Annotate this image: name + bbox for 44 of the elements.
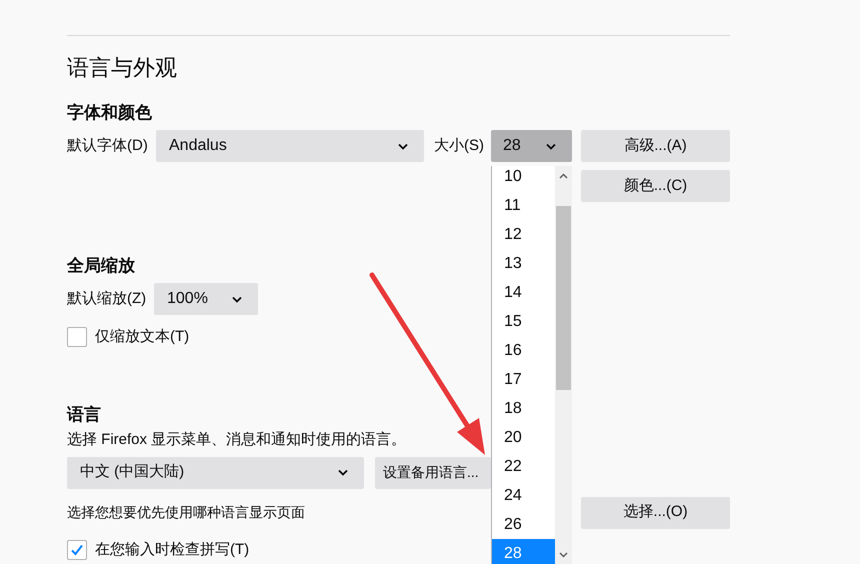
scroll-up-icon[interactable]	[559, 173, 568, 179]
size-select[interactable]: 28	[491, 130, 572, 162]
field-label: 大小(S)	[434, 136, 485, 156]
field-label: 选择您想要优先使用哪种语言显示页面	[67, 503, 305, 522]
dropdown-option[interactable]: 11	[492, 191, 556, 220]
scroll-down-icon[interactable]	[559, 552, 568, 558]
font-select[interactable]: Andalus	[156, 130, 424, 162]
checkbox[interactable]	[67, 327, 87, 348]
checkbox-label: 仅缩放文本(T)	[95, 327, 190, 347]
dropdown-option[interactable]: 26	[492, 510, 556, 539]
checkbox[interactable]	[67, 540, 87, 560]
language-select[interactable]: 中文 (中国大陆)	[67, 456, 364, 488]
dropdown-option[interactable]: 17	[492, 365, 556, 394]
alternatives-button[interactable]: 设置备用语言...	[375, 456, 491, 488]
advanced-button[interactable]: 高级...(A)	[581, 130, 730, 162]
chevron-down-icon	[338, 469, 348, 476]
description-text: 选择 Firefox 显示菜单、消息和通知时使用的语言。	[67, 430, 406, 450]
choose-button[interactable]: 选择...(O)	[581, 496, 730, 528]
dropdown-option[interactable]: 12	[492, 220, 556, 249]
dropdown-option[interactable]: 14	[492, 278, 556, 307]
dropdown-option[interactable]: 18	[492, 394, 556, 423]
chevron-down-icon	[398, 142, 408, 150]
section-heading: 语言	[67, 404, 101, 424]
field-label: 默认字体(D)	[67, 136, 149, 156]
section-heading: 字体和颜色	[67, 103, 153, 123]
dropdown-option[interactable]: 13	[492, 249, 556, 278]
section-heading: 全局缩放	[67, 256, 135, 276]
dropdown-option[interactable]: 16	[492, 336, 556, 365]
dropdown-option[interactable]: 28	[492, 539, 556, 564]
dropdown-option[interactable]: 20	[492, 423, 556, 452]
checkmark-icon	[70, 542, 84, 557]
zoom-select[interactable]: 100%	[154, 283, 258, 315]
checkbox-label: 在您输入时检查拼写(T)	[95, 540, 250, 560]
scrollbar-thumb[interactable]	[556, 206, 572, 390]
dropdown-option[interactable]: 15	[492, 307, 556, 336]
chevron-down-icon	[546, 142, 556, 150]
section-title: 语言与外观	[67, 54, 178, 82]
chevron-down-icon	[232, 296, 242, 302]
dropdown-option[interactable]: 10	[492, 166, 556, 191]
colors-button[interactable]: 颜色...(C)	[581, 170, 730, 202]
dropdown-option[interactable]: 24	[492, 481, 556, 510]
scrollbar[interactable]	[555, 166, 572, 564]
field-label: 默认缩放(Z)	[67, 288, 148, 309]
dropdown-option[interactable]: 22	[492, 452, 556, 481]
